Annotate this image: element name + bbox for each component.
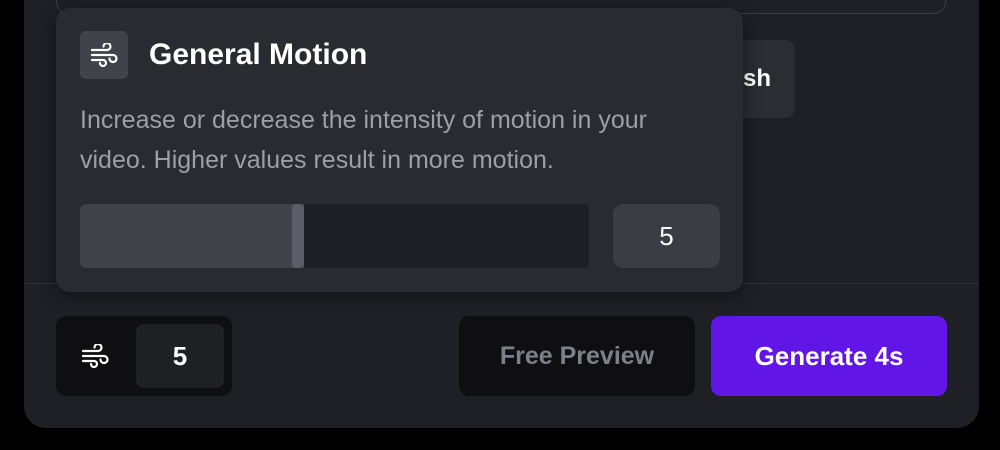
motion-control[interactable]: 5 bbox=[56, 316, 232, 396]
slider-fill bbox=[80, 204, 304, 268]
partial-button-label: sh bbox=[742, 65, 771, 92]
popover-title: General Motion bbox=[149, 38, 368, 71]
motion-value: 5 bbox=[136, 324, 224, 388]
general-motion-popover: General Motion Increase or decrease the … bbox=[56, 8, 743, 292]
wind-icon bbox=[78, 340, 112, 372]
wind-icon bbox=[80, 31, 128, 79]
generate-button[interactable]: Generate 4s bbox=[711, 316, 947, 396]
popover-description: Increase or decrease the intensity of mo… bbox=[80, 106, 647, 174]
slider-handle[interactable] bbox=[292, 204, 304, 268]
motion-value-input[interactable]: 5 bbox=[613, 204, 720, 268]
motion-slider[interactable] bbox=[80, 204, 589, 268]
free-preview-button[interactable]: Free Preview bbox=[459, 316, 695, 396]
